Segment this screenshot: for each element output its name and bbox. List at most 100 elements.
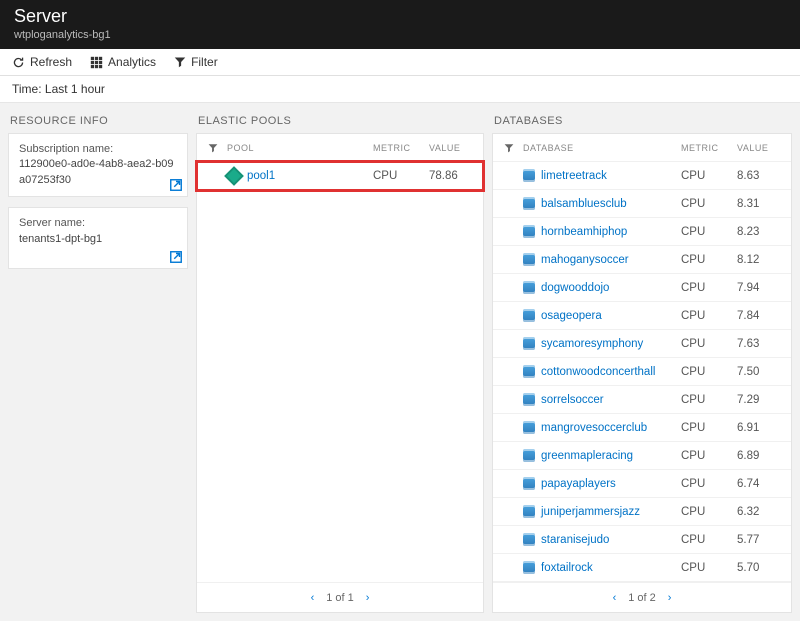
database-row[interactable]: mahoganysoccer CPU8.12 bbox=[493, 246, 791, 274]
databases-header: DATABASES bbox=[492, 111, 792, 133]
column-filter-icon[interactable] bbox=[205, 143, 221, 153]
database-icon bbox=[523, 337, 535, 350]
elastic-pools-column: ELASTIC POOLS POOL METRIC VALUE pool1CPU… bbox=[196, 111, 484, 613]
database-value: 7.29 bbox=[737, 394, 783, 406]
pool-name: pool1 bbox=[247, 170, 275, 182]
database-icon bbox=[523, 505, 535, 518]
database-icon bbox=[523, 281, 535, 294]
prev-page-icon[interactable]: ‹ bbox=[311, 592, 315, 604]
database-icon bbox=[523, 365, 535, 378]
databases-column: DATABASES DATABASE METRIC VALUE limetree… bbox=[492, 111, 792, 613]
database-row[interactable]: juniperjammersjazzCPU6.32 bbox=[493, 498, 791, 526]
database-row[interactable]: balsambluesclub CPU8.31 bbox=[493, 190, 791, 218]
analytics-button[interactable]: Analytics bbox=[90, 55, 156, 69]
database-metric: CPU bbox=[681, 254, 737, 266]
page-header: Server wtploganalytics-bg1 bbox=[0, 0, 800, 49]
database-icon bbox=[523, 477, 535, 490]
database-row[interactable]: sorrelsoccer CPU7.29 bbox=[493, 386, 791, 414]
database-metric: CPU bbox=[681, 338, 737, 350]
resource-info-header: RESOURCE INFO bbox=[8, 111, 188, 133]
database-name: limetreetrack bbox=[541, 170, 607, 182]
database-metric: CPU bbox=[681, 534, 737, 546]
database-name: sycamoresymphony bbox=[541, 338, 643, 350]
database-value: 6.91 bbox=[737, 422, 783, 434]
database-row[interactable]: osageoperaCPU7.84 bbox=[493, 302, 791, 330]
pools-grid-header: POOL METRIC VALUE bbox=[197, 134, 483, 162]
server-label: Server name: bbox=[19, 216, 177, 231]
filter-button[interactable]: Filter bbox=[174, 55, 218, 69]
time-range-bar[interactable]: Time: Last 1 hour bbox=[0, 76, 800, 103]
prev-page-icon[interactable]: ‹ bbox=[613, 592, 617, 604]
database-metric: CPU bbox=[681, 282, 737, 294]
time-range-label: Time: Last 1 hour bbox=[12, 82, 105, 96]
database-value: 8.31 bbox=[737, 198, 783, 210]
database-row[interactable]: papayaplayers CPU6.74 bbox=[493, 470, 791, 498]
database-row[interactable]: limetreetrackCPU8.63 bbox=[493, 162, 791, 190]
database-row[interactable]: greenmapleracingCPU6.89 bbox=[493, 442, 791, 470]
refresh-icon bbox=[12, 56, 25, 69]
next-page-icon[interactable]: › bbox=[366, 592, 370, 604]
database-value: 7.94 bbox=[737, 282, 783, 294]
filter-label: Filter bbox=[191, 55, 218, 69]
server-value: tenants1-dpt-bg1 bbox=[19, 232, 177, 247]
pool-row[interactable]: pool1CPU78.86 bbox=[197, 162, 483, 190]
database-metric: CPU bbox=[681, 366, 737, 378]
database-value: 6.89 bbox=[737, 450, 783, 462]
filter-icon bbox=[174, 56, 186, 68]
database-value: 8.23 bbox=[737, 226, 783, 238]
database-name: hornbeamhiphop bbox=[541, 226, 627, 238]
value-col-header: VALUE bbox=[737, 143, 783, 153]
database-value: 6.74 bbox=[737, 478, 783, 490]
analytics-icon bbox=[90, 56, 103, 69]
database-name: cottonwoodconcerthall bbox=[541, 366, 655, 378]
database-icon bbox=[523, 533, 535, 546]
database-row[interactable]: mangrovesoccerclub CPU6.91 bbox=[493, 414, 791, 442]
database-icon bbox=[523, 393, 535, 406]
databases-pager-label: 1 of 2 bbox=[628, 592, 656, 604]
server-card: Server name: tenants1-dpt-bg1 bbox=[8, 207, 188, 269]
next-page-icon[interactable]: › bbox=[668, 592, 672, 604]
analytics-label: Analytics bbox=[108, 55, 156, 69]
databases-pager: ‹ 1 of 2 › bbox=[493, 582, 791, 612]
database-name: sorrelsoccer bbox=[541, 394, 604, 406]
database-name: balsambluesclub bbox=[541, 198, 627, 210]
database-value: 8.12 bbox=[737, 254, 783, 266]
refresh-button[interactable]: Refresh bbox=[12, 55, 72, 69]
database-icon bbox=[523, 561, 535, 574]
database-name: foxtailrock bbox=[541, 562, 593, 574]
database-value: 6.32 bbox=[737, 506, 783, 518]
pool-metric: CPU bbox=[373, 170, 429, 182]
database-metric: CPU bbox=[681, 394, 737, 406]
database-metric: CPU bbox=[681, 478, 737, 490]
database-row[interactable]: hornbeamhiphop CPU8.23 bbox=[493, 218, 791, 246]
metric-col-header: METRIC bbox=[681, 143, 737, 153]
database-row[interactable]: foxtailrockCPU5.70 bbox=[493, 554, 791, 582]
resource-info-column: RESOURCE INFO Subscription name: 112900e… bbox=[8, 111, 188, 613]
database-metric: CPU bbox=[681, 226, 737, 238]
database-row[interactable]: sycamoresymphonyCPU7.63 bbox=[493, 330, 791, 358]
database-metric: CPU bbox=[681, 562, 737, 574]
database-name: mahoganysoccer bbox=[541, 254, 629, 266]
db-grid-header: DATABASE METRIC VALUE bbox=[493, 134, 791, 162]
column-filter-icon[interactable] bbox=[501, 143, 517, 153]
subscription-value: 112900e0-ad0e-4ab8-aea2-b09a07253f30 bbox=[19, 157, 177, 188]
database-row[interactable]: dogwooddojoCPU7.94 bbox=[493, 274, 791, 302]
database-icon bbox=[523, 449, 535, 462]
open-external-icon[interactable] bbox=[169, 178, 183, 192]
content-area: RESOURCE INFO Subscription name: 112900e… bbox=[0, 103, 800, 621]
database-metric: CPU bbox=[681, 198, 737, 210]
database-name: papayaplayers bbox=[541, 478, 616, 490]
database-icon bbox=[523, 421, 535, 434]
database-row[interactable]: cottonwoodconcerthallCPU7.50 bbox=[493, 358, 791, 386]
database-name: mangrovesoccerclub bbox=[541, 422, 647, 434]
open-external-icon[interactable] bbox=[169, 250, 183, 264]
database-metric: CPU bbox=[681, 422, 737, 434]
database-row[interactable]: staranisejudo CPU5.77 bbox=[493, 526, 791, 554]
database-col-header: DATABASE bbox=[517, 143, 681, 153]
database-name: staranisejudo bbox=[541, 534, 609, 546]
page-subtitle: wtploganalytics-bg1 bbox=[14, 29, 786, 41]
subscription-label: Subscription name: bbox=[19, 142, 177, 157]
pools-pager: ‹ 1 of 1 › bbox=[197, 582, 483, 612]
database-value: 5.77 bbox=[737, 534, 783, 546]
databases-panel: DATABASE METRIC VALUE limetreetrackCPU8.… bbox=[492, 133, 792, 613]
